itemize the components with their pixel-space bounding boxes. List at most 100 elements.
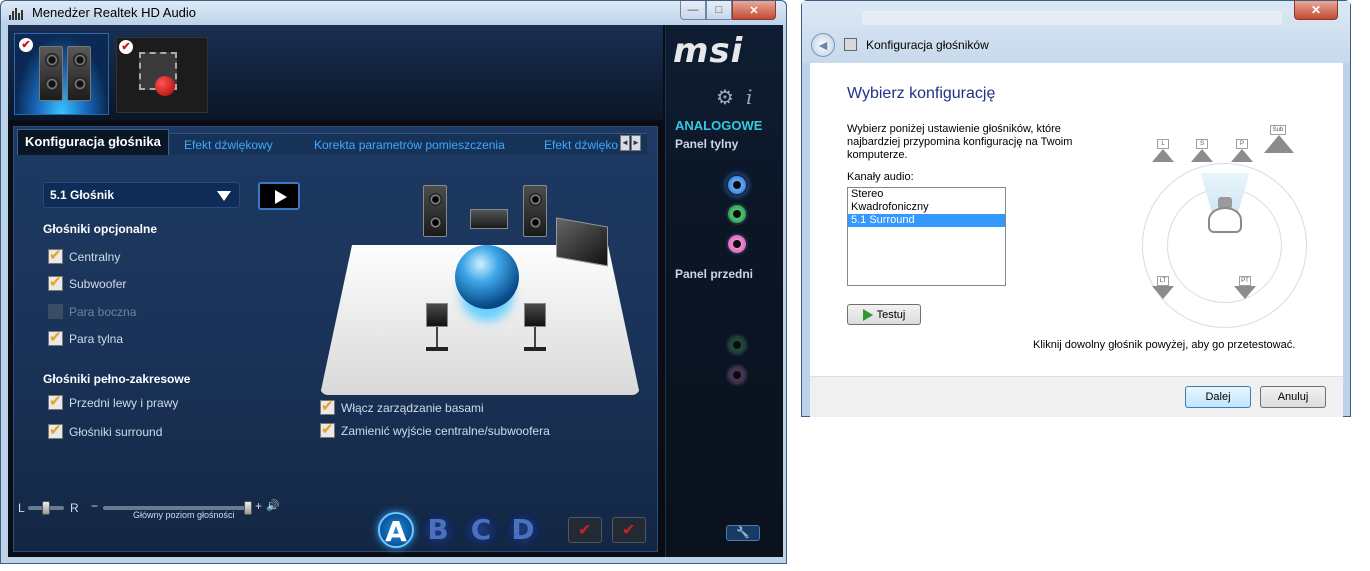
volume-slider[interactable] <box>103 506 251 510</box>
dialog-title: Konfiguracja głośników <box>866 38 989 52</box>
jack-panel: ⚙ i ANALOGOWE Panel tylny Panel przedni … <box>665 25 783 557</box>
checkbox-swap-center-sub[interactable]: Zamienić wyjście centralne/subwoofera <box>320 420 550 438</box>
device-bar: ✔ ✔ <box>8 25 663 120</box>
minimize-button[interactable]: — <box>680 1 706 20</box>
speaker-icon <box>67 46 91 101</box>
checkbox-bass-management[interactable]: Włącz zarządzanie basami <box>320 397 484 415</box>
balance-slider-knob[interactable] <box>42 501 50 515</box>
profile-c-button[interactable]: C <box>463 512 499 548</box>
next-button[interactable]: Dalej <box>1185 386 1251 408</box>
dialog-content: Wybierz konfigurację Wybierz poniżej ust… <box>810 63 1343 376</box>
checkbox-box[interactable] <box>320 397 335 415</box>
test-button-label: Testuj <box>876 308 906 321</box>
checkbox-box[interactable] <box>48 273 63 291</box>
rear-jack-pink[interactable] <box>726 233 748 255</box>
speaker-diagram: L S P Sub LT PT <box>1132 123 1317 328</box>
speaker-config-select[interactable]: 5.1 Głośnik <box>43 182 240 208</box>
checkbox-label: Włącz zarządzanie basami <box>341 400 484 415</box>
checkbox-label: Subwoofer <box>69 276 127 291</box>
volume-slider-knob[interactable] <box>244 501 252 515</box>
realtek-app-icon <box>9 6 25 20</box>
speaker-config-value: 5.1 Głośnik <box>50 188 115 202</box>
tab-bar: Konfiguracja głośnika Efekt dźwiękowy Ko… <box>14 127 659 155</box>
play-test-button[interactable] <box>258 182 300 210</box>
digital-jack-icon <box>155 76 175 96</box>
tab-scroll-right-icon[interactable]: ► <box>631 135 641 151</box>
optional-speakers-title: Głośniki opcjonalne <box>43 222 158 236</box>
checkbox-label: Centralny <box>69 249 121 264</box>
balance-right-label: R <box>70 501 79 515</box>
tab-sound-effect-2[interactable]: Efekt dźwięko <box>544 138 618 152</box>
cancel-button[interactable]: Anuluj <box>1260 386 1326 408</box>
speaker-config-panel: Konfiguracja głośnika Efekt dźwiękowy Ko… <box>13 126 658 552</box>
checkbox-label: Para tylna <box>69 331 124 346</box>
tab-speaker-config[interactable]: Konfiguracja głośnika <box>17 129 169 155</box>
checkbox-box[interactable] <box>48 392 63 410</box>
profile-a-button[interactable]: A <box>378 512 414 548</box>
front-left-speaker[interactable] <box>423 185 447 237</box>
wrench-icon[interactable]: 🔧 <box>726 525 760 541</box>
audio-channels-label: Kanały audio: <box>847 171 914 183</box>
info-icon[interactable]: i <box>746 85 752 110</box>
realtek-body: ✔ ✔ ⚙ i ANALOGOWE Panel tylny Panel prze… <box>8 25 783 557</box>
dialog-close-button[interactable]: ✕ <box>1294 1 1338 20</box>
apply-edit-button[interactable] <box>612 517 646 543</box>
test-button[interactable]: Testuj <box>847 304 921 325</box>
tab-room-correction[interactable]: Korekta parametrów pomieszczenia <box>314 138 505 152</box>
realtek-window-title: Menedżer Realtek HD Audio <box>32 5 197 20</box>
volume-title: Główny poziom głośności <box>133 510 235 520</box>
speaker-setup-dialog: ◄ Konfiguracja głośników ✕ Wybierz konfi… <box>801 0 1351 417</box>
speaker-volume-icon[interactable]: 🔊 <box>266 499 280 512</box>
checkbox-box[interactable] <box>48 421 63 439</box>
speaker-setup-icon <box>844 38 857 51</box>
checkbox-label: Zamienić wyjście centralne/subwoofera <box>341 423 550 438</box>
checkbox-center[interactable]: Centralny <box>48 246 121 264</box>
front-jack-green[interactable] <box>726 334 748 356</box>
device-checked-icon: ✔ <box>119 40 133 54</box>
listener-orb <box>455 245 519 309</box>
list-item-selected[interactable]: 5.1 Surround <box>848 214 1005 227</box>
front-jack-pink[interactable] <box>726 364 748 386</box>
rear-panel-label: Panel tylny <box>675 137 739 151</box>
test-hint: Kliknij dowolny głośnik powyżej, aby go … <box>1033 339 1296 351</box>
realtek-titlebar: Menedżer Realtek HD Audio — □ ✕ <box>1 1 786 25</box>
tab-sound-effect[interactable]: Efekt dźwiękowy <box>184 138 273 152</box>
msi-logo: msi <box>673 31 744 71</box>
close-button[interactable]: ✕ <box>732 1 776 20</box>
maximize-button[interactable]: □ <box>706 1 732 20</box>
device-digital-tab[interactable]: ✔ <box>116 37 208 113</box>
checkbox-rear-pair[interactable]: Para tylna <box>48 328 124 346</box>
apply-check-button[interactable] <box>568 517 602 543</box>
tab-scroll-left-icon[interactable]: ◄ <box>620 135 630 151</box>
front-right-speaker[interactable] <box>523 185 547 237</box>
analog-title: ANALOGOWE <box>675 118 763 133</box>
profile-d-button[interactable]: D <box>505 512 541 548</box>
balance-left-label: L <box>18 501 25 515</box>
center-speaker[interactable] <box>470 209 508 229</box>
background-window-ghost <box>862 11 1282 25</box>
checkbox-box[interactable] <box>320 420 335 438</box>
checkbox-front-lr[interactable]: Przedni lewy i prawy <box>48 392 178 410</box>
gear-icon[interactable]: ⚙ <box>716 85 734 110</box>
rear-jack-blue[interactable] <box>726 174 748 196</box>
device-speakers-tab[interactable]: ✔ <box>14 33 109 115</box>
checkbox-box[interactable] <box>48 328 63 346</box>
listener-body <box>1208 207 1242 233</box>
checkbox-subwoofer[interactable]: Subwoofer <box>48 273 127 291</box>
audio-channels-list[interactable]: Stereo Kwadrofoniczny 5.1 Surround <box>847 187 1006 286</box>
checkbox-side-pair: Para boczna <box>48 304 136 319</box>
device-checked-icon: ✔ <box>19 38 33 52</box>
back-arrow-icon[interactable]: ◄ <box>811 33 835 57</box>
list-item[interactable]: Stereo <box>848 188 1005 201</box>
speaker-icon <box>39 46 63 101</box>
checkbox-surround[interactable]: Głośniki surround <box>48 421 162 439</box>
realtek-window: Menedżer Realtek HD Audio — □ ✕ ✔ ✔ ⚙ i <box>0 0 787 564</box>
checkbox-label: Para boczna <box>69 304 137 319</box>
volume-minus-icon[interactable]: − <box>91 499 98 513</box>
list-item[interactable]: Kwadrofoniczny <box>848 201 1005 214</box>
rear-jack-green[interactable] <box>726 203 748 225</box>
checkbox-box[interactable] <box>48 246 63 264</box>
play-icon <box>862 308 873 321</box>
volume-plus-icon[interactable]: + <box>255 499 262 513</box>
profile-b-button[interactable]: B <box>420 512 456 548</box>
